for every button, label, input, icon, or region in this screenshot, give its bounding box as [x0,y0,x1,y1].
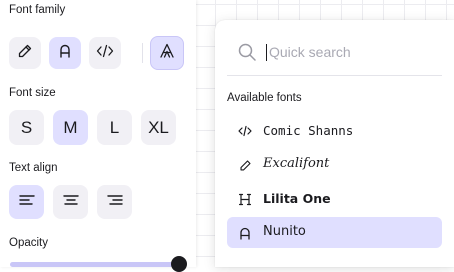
font-item-comic-shanns[interactable]: Comic Shanns [227,115,442,146]
font-more-icon [158,42,176,65]
font-family-divider [142,43,143,63]
pencil-icon [237,157,253,173]
font-item-nunito[interactable]: Nunito [227,217,442,248]
font-item-label: Excalifont [263,156,330,171]
font-item-label: Comic Shanns [263,123,354,138]
font-family-more-button[interactable] [150,36,184,70]
font-picker-popover: Available fonts Comic Shanns Excalifont … [215,20,454,267]
code-icon [96,43,114,64]
align-center-icon [62,193,79,211]
search-icon [237,42,257,67]
font-size-xl-button[interactable]: XL [141,110,176,145]
font-size-s-label: S [20,117,33,137]
font-family-code-button[interactable] [89,37,121,69]
font-item-lilita-one[interactable]: Lilita One [227,183,442,214]
available-fonts-heading: Available fonts [227,92,302,104]
font-family-label: Font family [9,4,66,16]
font-size-l-button[interactable]: L [97,110,132,145]
align-right-icon [106,193,123,211]
font-item-label: Lilita One [263,191,331,206]
font-normal-icon [237,225,253,241]
font-size-l-label: L [109,117,120,137]
font-size-m-label: M [63,117,78,137]
font-size-label: Font size [9,87,56,99]
opacity-label: Opacity [9,237,48,249]
text-align-left-button[interactable] [9,185,44,219]
font-search-box[interactable] [227,31,442,76]
opacity-slider-thumb[interactable] [171,256,187,272]
opacity-slider-track[interactable] [10,262,180,267]
font-family-normal-button[interactable] [49,37,81,69]
pencil-icon [17,43,33,64]
font-size-xl-label: XL [148,117,169,137]
text-align-label: Text align [9,162,58,174]
text-align-center-button[interactable] [53,185,88,219]
font-item-label: Nunito [263,224,306,239]
font-size-s-button[interactable]: S [9,110,44,145]
text-caret [266,44,267,61]
font-family-hand-drawn-button[interactable] [9,37,41,69]
properties-panel: Font family Font size S M L XL Text alig… [0,0,196,272]
font-normal-icon [57,43,73,64]
font-search-input[interactable] [269,41,439,63]
align-left-icon [18,193,35,211]
text-align-right-button[interactable] [97,185,132,219]
font-item-excalifont[interactable]: Excalifont [227,149,442,180]
heading-icon [237,191,253,207]
code-icon [237,123,253,139]
font-size-m-button[interactable]: M [53,110,88,145]
